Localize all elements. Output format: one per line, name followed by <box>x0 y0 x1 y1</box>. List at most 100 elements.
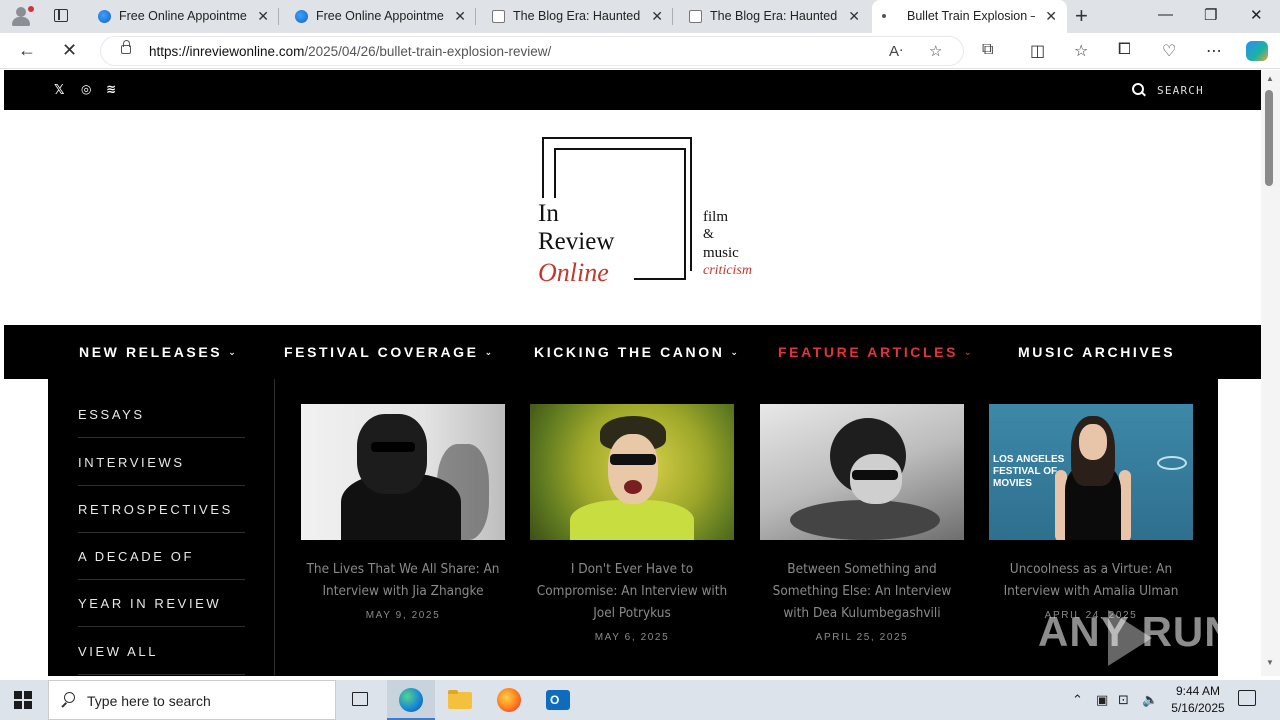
article-date: APRIL 25, 2025 <box>815 632 909 643</box>
tab-title: Bullet Train Explosion — <box>907 9 1035 23</box>
taskbar-search-placeholder: Type here to search <box>87 693 211 709</box>
scroll-down-icon[interactable]: ▼ <box>1266 658 1274 667</box>
close-tab-icon[interactable]: ✕ <box>651 8 663 25</box>
favorites-icon[interactable]: ☆ <box>1074 41 1088 61</box>
windows-start-icon[interactable] <box>14 691 32 709</box>
article-title[interactable]: Uncoolness as a Virtue: An Interview wit… <box>989 558 1193 602</box>
article-thumbnail[interactable] <box>760 404 964 540</box>
nav-music-archives[interactable]: MUSIC ARCHIVES <box>1018 344 1175 360</box>
article-title[interactable]: Between Something and Something Else: An… <box>760 558 964 624</box>
search-icon <box>61 692 75 706</box>
loading-icon <box>882 14 886 18</box>
page-icon <box>689 10 702 23</box>
collections-icon[interactable]: ⧠ <box>1118 41 1131 59</box>
article-card[interactable]: Between Something and Something Else: An… <box>760 404 964 643</box>
nav-festival-coverage[interactable]: FESTIVAL COVERAGE ⌄ <box>284 344 492 360</box>
submenu-item-essays[interactable]: ESSAYS <box>78 391 245 438</box>
scroll-up-icon[interactable]: ▲ <box>1266 74 1274 83</box>
read-aloud-icon[interactable]: Aᐧ <box>889 42 903 60</box>
extensions-icon[interactable]: ⧉ <box>982 41 993 59</box>
submenu-item-retrospectives[interactable]: RETROSPECTIVES <box>78 486 245 533</box>
taskbar-search-box[interactable]: Type here to search <box>48 680 336 720</box>
article-thumbnail[interactable] <box>530 404 734 540</box>
submenu-item-view-all[interactable]: VIEW ALL <box>78 628 245 675</box>
stop-loading-button[interactable]: ✕ <box>62 40 77 61</box>
article-card[interactable]: LOS ANGELES FESTIVAL OF MOVIES Uncoolnes… <box>989 404 1193 621</box>
article-date: MAY 6, 2025 <box>594 632 670 643</box>
site-logo[interactable]: In Review Online film & music criticism <box>524 130 764 300</box>
show-hidden-icons[interactable]: ⌃ <box>1072 692 1083 708</box>
page-scrollbar[interactable]: ▲ ▼ <box>1261 70 1280 676</box>
browser-tab-active[interactable]: Bullet Train Explosion — ✕ <box>872 0 1067 33</box>
copilot-icon[interactable] <box>1246 41 1268 61</box>
edge-icon <box>295 10 308 23</box>
submenu-item-a-decade-of[interactable]: A DECADE OF <box>78 533 245 580</box>
nav-feature-articles[interactable]: FEATURE ARTICLES ⌄ <box>778 344 972 360</box>
close-tab-icon[interactable]: ✕ <box>257 8 269 25</box>
nav-new-releases[interactable]: NEW RELEASES ⌄ <box>79 344 236 360</box>
submenu-item-interviews[interactable]: INTERVIEWS <box>78 439 245 486</box>
rss-icon[interactable]: ≋ <box>106 82 116 96</box>
chevron-down-icon: ⌄ <box>228 347 236 357</box>
article-title[interactable]: I Don't Ever Have to Compromise: An Inte… <box>530 558 734 624</box>
lock-icon[interactable] <box>121 40 131 54</box>
article-title[interactable]: The Lives That We All Share: An Intervie… <box>301 558 505 602</box>
x-twitter-icon[interactable]: 𝕏 <box>54 82 64 98</box>
browser-tab[interactable]: The Blog Era: Haunted H ✕ <box>478 0 673 33</box>
web-page: 𝕏 ◎ ≋ SEARCH In Review Online film & mus… <box>4 70 1261 676</box>
taskbar-clock[interactable]: 9:44 AM 5/16/2025 <box>1160 683 1236 717</box>
browser-tab[interactable]: The Blog Era: Haunted H ✕ <box>675 0 870 33</box>
network-icon[interactable]: ⊡ <box>1118 692 1129 708</box>
edge-taskbar-icon[interactable] <box>387 680 435 720</box>
article-card[interactable]: I Don't Ever Have to Compromise: An Inte… <box>530 404 734 643</box>
tab-title: Free Online Appointment <box>316 9 444 23</box>
article-thumbnail[interactable] <box>301 404 505 540</box>
watermark: ANY RUN <box>1038 608 1236 655</box>
firefox-icon[interactable] <box>485 680 533 720</box>
nav-kicking-the-canon[interactable]: KICKING THE CANON ⌄ <box>534 344 738 360</box>
festival-logo-text: LOS ANGELES FESTIVAL OF MOVIES <box>993 454 1065 489</box>
close-window-button[interactable]: ✕ <box>1250 6 1263 24</box>
main-navigation: NEW RELEASES ⌄ FESTIVAL COVERAGE ⌄ KICKING… <box>4 325 1261 379</box>
file-explorer-icon[interactable] <box>436 680 484 720</box>
address-bar[interactable]: https://inreviewonline.com/2025/04/26/bu… <box>100 36 964 66</box>
minimize-button[interactable]: — <box>1158 6 1173 23</box>
favorite-star-icon[interactable]: ☆ <box>929 42 942 60</box>
device-icon[interactable]: ▣ <box>1096 692 1108 708</box>
browser-toolbar: ← ✕ https://inreviewonline.com/2025/04/2… <box>0 33 1280 69</box>
article-thumbnail[interactable]: LOS ANGELES FESTIVAL OF MOVIES <box>989 404 1193 540</box>
close-tab-icon[interactable]: ✕ <box>1045 8 1057 25</box>
more-menu-icon[interactable]: ⋯ <box>1206 41 1222 61</box>
tab-title: Free Online Appointment <box>119 9 247 23</box>
outlook-icon[interactable]: O <box>534 680 582 720</box>
search-label[interactable]: SEARCH <box>1157 84 1204 97</box>
volume-icon[interactable]: 🔈 <box>1142 692 1158 708</box>
back-button[interactable]: ← <box>18 40 36 61</box>
restore-button[interactable]: ❐ <box>1204 6 1217 24</box>
chevron-down-icon: ⌄ <box>730 347 738 357</box>
instagram-icon[interactable]: ◎ <box>81 82 91 96</box>
tab-title: The Blog Era: Haunted H <box>513 9 641 23</box>
article-card[interactable]: The Lives That We All Share: An Intervie… <box>301 404 505 621</box>
browser-tab[interactable]: Free Online Appointment ✕ <box>281 0 476 33</box>
submenu-item-year-in-review[interactable]: YEAR IN REVIEW <box>78 580 245 627</box>
split-screen-icon[interactable]: ◫ <box>1030 41 1045 61</box>
url-text: https://inreviewonline.com/2025/04/26/bu… <box>149 44 552 59</box>
browser-essentials-icon[interactable]: ♡ <box>1162 41 1176 61</box>
scrollbar-thumb[interactable] <box>1265 90 1273 186</box>
notifications-icon[interactable] <box>1238 690 1256 706</box>
new-tab-button[interactable]: + <box>1075 3 1088 29</box>
tab-title: The Blog Era: Haunted H <box>710 9 838 23</box>
profile-icon[interactable] <box>8 4 34 28</box>
task-view-icon[interactable] <box>336 680 384 720</box>
top-bar: 𝕏 ◎ ≋ SEARCH <box>4 70 1261 110</box>
search-icon[interactable] <box>1131 82 1147 98</box>
close-tab-icon[interactable]: ✕ <box>454 8 466 25</box>
browser-tab[interactable]: Free Online Appointment ✕ <box>84 0 279 33</box>
chevron-down-icon: ⌄ <box>484 347 493 357</box>
tab-actions-icon[interactable] <box>50 6 72 26</box>
page-icon <box>492 10 505 23</box>
windows-taskbar: Type here to search O ⌃ ▣ ⊡ 🔈 9:44 AM 5/… <box>0 680 1280 720</box>
submenu: ESSAYS INTERVIEWS RETROSPECTIVES A DECAD… <box>48 379 275 676</box>
close-tab-icon[interactable]: ✕ <box>848 8 860 25</box>
